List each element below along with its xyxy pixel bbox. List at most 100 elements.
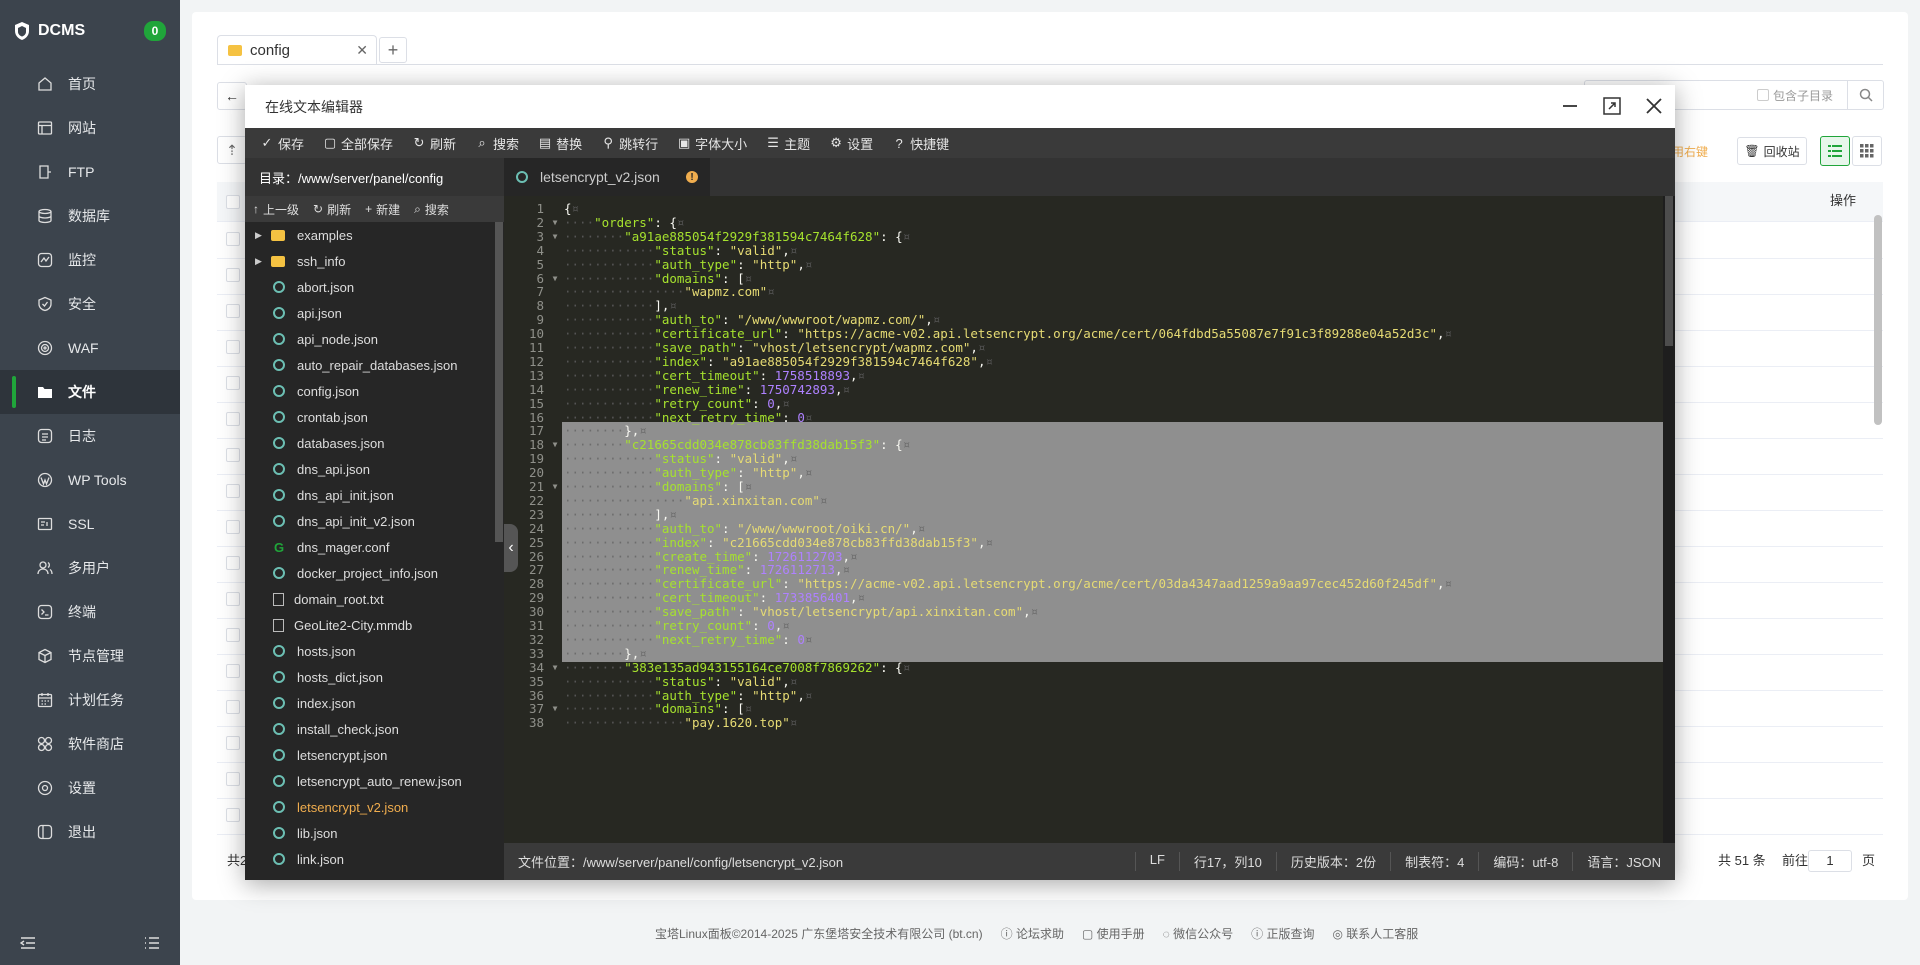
status-position[interactable]: 行17，列10 [1178,852,1276,871]
file-item[interactable]: lib.json [245,820,495,846]
file-item[interactable]: dns_api.json [245,456,495,482]
file-item[interactable]: dns_api_init.json [245,482,495,508]
parent-dir-button[interactable]: ↑ 上一级 [253,201,299,218]
sidebar-item-9[interactable]: WP Tools [0,458,180,502]
sidebar-item-1[interactable]: 网站 [0,106,180,150]
row-checkbox[interactable] [226,268,240,282]
file-item[interactable]: auto_repair_databases.json [245,352,495,378]
file-item[interactable]: api_node.json [245,326,495,352]
sidebar-item-2[interactable]: FTP [0,150,180,194]
grid-view-button[interactable] [1852,136,1882,166]
goto-line-button[interactable]: ⚲ 跳转行 [592,128,668,158]
row-checkbox[interactable] [226,412,240,426]
file-item[interactable]: letsencrypt.json [245,742,495,768]
code-editor[interactable]: 38 ················"pay.1620.top"¤ 37 ▼ ····… [504,196,1675,843]
sidebar-item-5[interactable]: 安全 [0,282,180,326]
file-item[interactable]: install_check.json [245,716,495,742]
file-tree-scrollbar[interactable] [495,222,503,542]
sidebar-item-16[interactable]: 设置 [0,766,180,810]
sidebar-item-15[interactable]: 软件商店 [0,722,180,766]
row-checkbox[interactable] [226,520,240,534]
row-checkbox[interactable] [226,556,240,570]
file-item[interactable]: docker_project_info.json [245,560,495,586]
search-button[interactable]: ⌕ 搜索 [466,128,529,158]
footer-link-forum[interactable]: ⓘ 论坛求助 [1001,925,1064,942]
sidebar-item-7[interactable]: 文件 [0,370,180,414]
settings-button[interactable]: ⚙ 设置 [820,128,883,158]
close-icon[interactable]: ✕ [356,42,368,59]
row-checkbox[interactable] [226,592,240,606]
row-checkbox[interactable] [226,736,240,750]
refresh-button[interactable]: ↻ 刷新 [403,128,466,158]
expand-arrow-icon[interactable]: ▶ [255,256,265,267]
status-history[interactable]: 历史版本：2份 [1275,852,1390,871]
code-scrollbar[interactable] [1663,196,1675,843]
tab-letsencrypt-v2[interactable]: letsencrypt_v2.json ! [504,158,710,196]
table-scrollbar[interactable] [1874,215,1882,425]
file-item[interactable]: domain_root.txt [245,586,495,612]
file-item[interactable]: letsencrypt_auto_renew.json [245,768,495,794]
row-checkbox[interactable] [226,808,240,822]
font-size-button[interactable]: ▣ 字体大小 [668,128,757,158]
row-checkbox[interactable] [226,376,240,390]
search-icon[interactable] [1847,81,1883,109]
file-item[interactable]: dns_api_init_v2.json [245,508,495,534]
shortcuts-button[interactable]: ? 快捷键 [883,128,959,158]
maximize-icon[interactable] [1599,93,1625,119]
menu-list-icon[interactable] [144,936,160,953]
upload-button[interactable]: ⇡ [217,136,247,164]
sidebar-item-14[interactable]: 计划任务 [0,678,180,722]
close-icon[interactable] [1641,93,1667,119]
tree-new-button[interactable]: + 新建 [365,201,400,218]
sidebar-item-6[interactable]: WAF [0,326,180,370]
row-checkbox[interactable] [226,700,240,714]
status-language[interactable]: 语言：JSON [1572,852,1675,871]
back-button[interactable]: ← [217,82,247,110]
file-item[interactable]: link.json [245,846,495,872]
file-item[interactable]: crontab.json [245,404,495,430]
file-item[interactable]: hosts_dict.json [245,664,495,690]
replace-button[interactable]: ▤ 替换 [529,128,592,158]
row-checkbox[interactable] [226,304,240,318]
file-item[interactable]: index.json [245,690,495,716]
sidebar-item-10[interactable]: SSL [0,502,180,546]
sidebar-item-13[interactable]: 节点管理 [0,634,180,678]
collapse-menu-icon[interactable] [19,936,36,953]
file-item[interactable]: abort.json [245,274,495,300]
file-item[interactable]: databases.json [245,430,495,456]
include-subdir-checkbox[interactable] [1756,89,1769,101]
file-item[interactable]: hosts.json [245,638,495,664]
footer-link-support[interactable]: ◎ 联系人工客服 [1332,925,1418,942]
row-checkbox[interactable] [226,772,240,786]
status-tab-size[interactable]: 制表符：4 [1390,852,1478,871]
notification-badge[interactable]: 0 [144,21,166,41]
status-eol[interactable]: LF [1134,852,1179,871]
file-item[interactable]: api.json [245,300,495,326]
sidebar-item-17[interactable]: 退出 [0,810,180,854]
code-line[interactable]: 1 {¤ [504,200,1675,217]
add-tab-button[interactable]: + [379,37,407,63]
code-scrollbar-thumb[interactable] [1665,196,1673,346]
footer-link-manual[interactable]: ▢ 使用手册 [1082,925,1145,942]
save-button[interactable]: ✓ 保存 [251,128,314,158]
folder-item[interactable]: ▶ examples [245,222,495,248]
row-checkbox[interactable] [226,232,240,246]
sidebar-item-12[interactable]: 终端 [0,590,180,634]
theme-button[interactable]: ☰ 主题 [757,128,820,158]
sidebar-item-4[interactable]: 监控 [0,238,180,282]
pager-page-input[interactable]: 1 [1808,850,1852,872]
tree-refresh-button[interactable]: ↻ 刷新 [313,201,351,218]
file-item[interactable]: Gdns_mager.conf [245,534,495,560]
file-item[interactable]: letsencrypt_v2.json [245,794,495,820]
select-all-checkbox[interactable] [226,195,240,209]
row-checkbox[interactable] [226,340,240,354]
status-encoding[interactable]: 编码：utf-8 [1478,852,1572,871]
footer-link-wechat[interactable]: ◌ 微信公众号 [1163,925,1233,942]
folder-item[interactable]: ▶ ssh_info [245,248,495,274]
save-all-button[interactable]: ▢ 全部保存 [314,128,403,158]
sidebar-item-3[interactable]: 数据库 [0,194,180,238]
row-checkbox[interactable] [226,484,240,498]
recycle-bin-button[interactable]: 🗑 回收站 [1737,137,1807,165]
row-checkbox[interactable] [226,448,240,462]
file-item[interactable]: config.json [245,378,495,404]
